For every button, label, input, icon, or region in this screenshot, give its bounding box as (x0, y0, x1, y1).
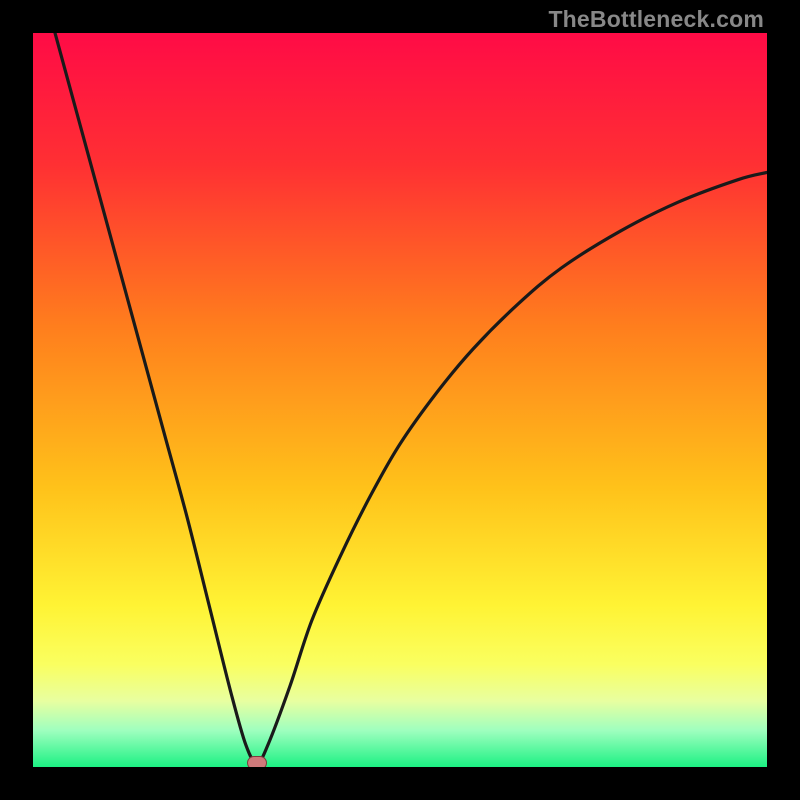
chart-frame: TheBottleneck.com (0, 0, 800, 800)
bottleneck-curve (55, 33, 767, 763)
watermark-text: TheBottleneck.com (548, 6, 764, 33)
optimal-marker (247, 756, 267, 767)
plot-area (33, 33, 767, 767)
curve-layer (33, 33, 767, 767)
